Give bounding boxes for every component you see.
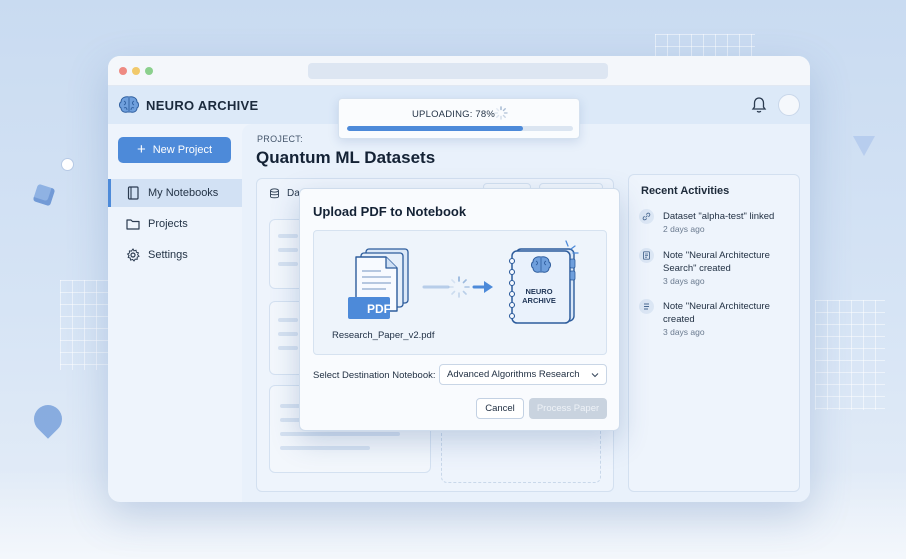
sidebar-item-label: My Notebooks: [148, 187, 219, 199]
database-icon: [270, 188, 279, 199]
decorative-triangle: [853, 136, 875, 156]
activity-time: 3 days ago: [663, 276, 705, 286]
upload-progress-fill: [347, 126, 524, 131]
address-bar[interactable]: [308, 63, 608, 79]
placeholder-line: [278, 346, 298, 350]
decorative-dot: [61, 158, 74, 171]
close-window-button[interactable]: [119, 67, 127, 75]
panel-tab-label: Da: [287, 188, 300, 199]
background-grid: [815, 300, 885, 410]
pdf-file-name: Research_Paper_v2.pdf: [332, 330, 435, 341]
activity-text: Note "Neural Architecture created: [663, 301, 770, 325]
minimize-window-button[interactable]: [132, 67, 140, 75]
activity-time: 2 days ago: [663, 224, 705, 234]
maximize-window-button[interactable]: [145, 67, 153, 75]
recent-activities-title: Recent Activities: [641, 185, 730, 197]
decorative-cube: [32, 183, 56, 207]
activity-text: Note "Neural Architecture Search" create…: [663, 250, 770, 274]
upload-preview-area: PDF Research_Paper_v2.pdf NEURO ARCHIVE: [313, 230, 607, 355]
bell-icon[interactable]: [751, 96, 767, 114]
activity-item[interactable]: Note "Neural Architecture created 3 days…: [639, 299, 797, 347]
sidebar-item-my-notebooks[interactable]: My Notebooks: [108, 179, 242, 207]
sidebar-item-projects[interactable]: Projects: [108, 210, 242, 238]
placeholder-line: [278, 332, 298, 336]
brain-icon: [119, 96, 139, 113]
recent-activities-panel: Recent Activities Dataset "alpha-test" l…: [628, 174, 800, 492]
notebook-brand-line1: NEURO: [525, 287, 553, 296]
pdf-badge: PDF: [367, 302, 391, 316]
destination-notebook-select[interactable]: Advanced Algorithms Research: [439, 364, 607, 385]
sidebar-item-settings[interactable]: Settings: [108, 241, 242, 269]
document-icon: [639, 248, 654, 263]
placeholder-line: [278, 318, 298, 322]
brand-name: NEURO ARCHIVE: [146, 98, 259, 113]
modal-title: Upload PDF to Notebook: [313, 204, 467, 219]
link-icon: [639, 209, 654, 224]
sidebar-item-label: Projects: [148, 218, 188, 230]
upload-pdf-modal: Upload PDF to Notebook PDF Research_Pape…: [299, 188, 620, 431]
destination-select-value: Advanced Algorithms Research: [447, 369, 580, 380]
activity-item[interactable]: Note "Neural Architecture Search" create…: [639, 248, 797, 296]
activity-time: 3 days ago: [663, 327, 705, 337]
project-label: PROJECT:: [257, 134, 303, 144]
process-paper-button[interactable]: Process Paper: [529, 398, 607, 419]
new-project-label: New Project: [152, 144, 213, 156]
destination-select-label: Select Destination Notebook:: [313, 370, 436, 381]
folder-icon: [126, 219, 140, 230]
cancel-button[interactable]: Cancel: [476, 398, 524, 419]
avatar[interactable]: [778, 94, 800, 116]
placeholder-line: [280, 432, 400, 436]
decorative-drop: [28, 399, 68, 439]
sidebar: + New Project My Notebooks Projects Sett…: [108, 124, 242, 502]
upload-progress-toast: UPLOADING: 78%: [338, 98, 580, 139]
spinner-icon: [494, 106, 508, 120]
title-bar: [108, 56, 810, 86]
new-project-button[interactable]: + New Project: [118, 137, 231, 163]
gear-icon: [126, 248, 140, 262]
notebook-icon: [508, 240, 579, 324]
placeholder-line: [278, 234, 298, 238]
upload-progress-bar: [347, 126, 573, 131]
notebook-brand-line2: ARCHIVE: [522, 296, 556, 305]
placeholder-line: [278, 262, 298, 266]
page-title: Quantum ML Datasets: [256, 148, 436, 167]
placeholder-line: [278, 248, 298, 252]
activity-text: Dataset "alpha-test" linked: [663, 211, 775, 222]
chevron-down-icon: [591, 373, 599, 378]
sidebar-item-label: Settings: [148, 249, 188, 261]
transfer-arrow-icon: [422, 276, 493, 298]
placeholder-line: [280, 446, 370, 450]
plus-icon: +: [136, 140, 146, 158]
list-icon: [639, 299, 654, 314]
notebook-icon: [127, 186, 139, 200]
activity-item[interactable]: Dataset "alpha-test" linked 2 days ago: [639, 209, 797, 245]
upload-status-text: UPLOADING: 78%: [412, 109, 496, 120]
